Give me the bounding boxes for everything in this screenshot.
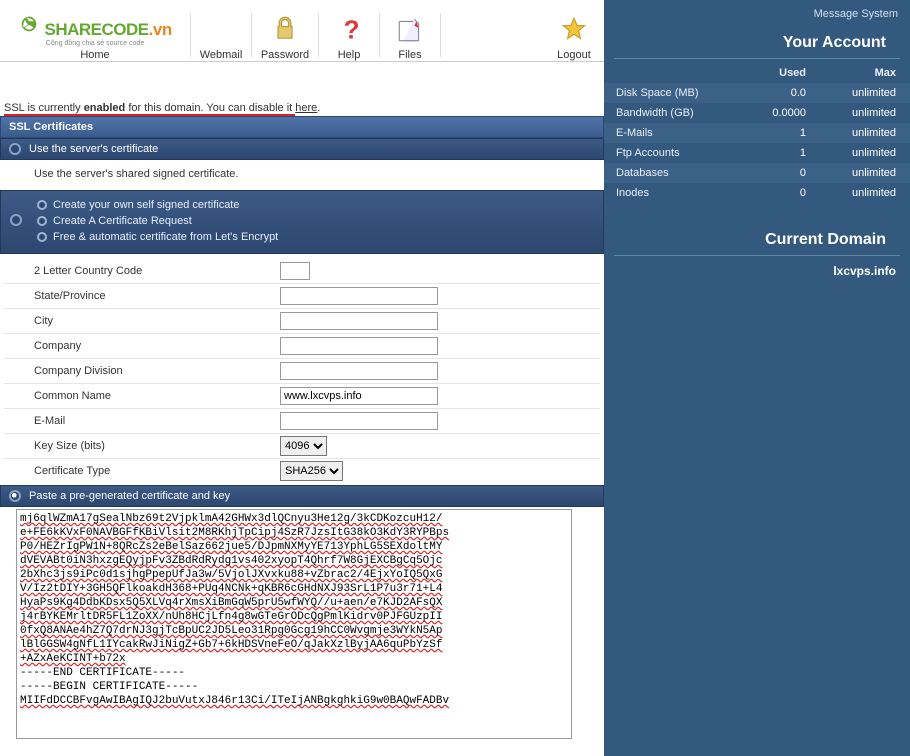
top-nav: SHARECODE.vn Cộng đồng chia sẻ source co… [0, 0, 604, 62]
col-used: Used [743, 63, 820, 83]
table-row: Databases0unlimited [604, 163, 910, 183]
opt-self-label: Create your own self signed certificate [53, 199, 239, 211]
paste-cert-row[interactable]: Paste a pre-generated certificate and ke… [0, 485, 604, 507]
keysize-label: Key Size (bits) [34, 440, 280, 452]
current-domain-header: Current Domain [614, 221, 900, 256]
radio-icon[interactable] [10, 214, 22, 226]
ssl-mid: for this domain. You can disable it [125, 102, 295, 114]
division-label: Company Division [34, 365, 280, 377]
state-input[interactable] [280, 287, 438, 305]
country-label: 2 Letter Country Code [34, 265, 280, 277]
commonname-input[interactable] [280, 387, 438, 405]
message-system-link[interactable]: Message System [604, 0, 910, 24]
ssl-prefix: SSL is currently [4, 102, 84, 114]
use-server-cert-desc: Use the server's shared signed certifica… [0, 160, 604, 190]
sidebar: Message System Your Account UsedMax Disk… [604, 0, 910, 756]
table-row: Disk Space (MB)0.0unlimited [604, 83, 910, 103]
nav-files[interactable]: Files [380, 11, 440, 61]
nav-home[interactable]: SHARECODE.vn Cộng đồng chia sẻ source co… [0, 13, 190, 61]
padlock-icon [271, 13, 299, 47]
nav-separator [440, 13, 441, 57]
table-row: Bandwidth (GB)0.0000unlimited [604, 103, 910, 123]
nav-files-label: Files [380, 49, 440, 61]
table-row: Ftp Accounts1unlimited [604, 143, 910, 163]
radio-icon[interactable] [37, 216, 47, 226]
your-account-header: Your Account [614, 24, 900, 59]
cert-create-options: Create your own self signed certificate … [0, 190, 604, 254]
files-icon [395, 13, 425, 47]
nav-logout[interactable]: Logout [544, 11, 604, 61]
logo-icon [18, 13, 40, 35]
certtype-label: Certificate Type [34, 465, 280, 477]
opt-self-signed[interactable]: Create your own self signed certificate [37, 197, 595, 213]
table-row: E-Mails1unlimited [604, 123, 910, 143]
email-input[interactable] [280, 412, 438, 430]
nav-home-label: Home [80, 49, 109, 61]
city-label: City [34, 315, 280, 327]
certtype-select[interactable]: SHA256 [280, 461, 343, 481]
nav-webmail-label: Webmail [191, 49, 251, 61]
opt-csr-label: Create A Certificate Request [53, 215, 192, 227]
opt-letsencrypt[interactable]: Free & automatic certificate from Let's … [37, 229, 595, 245]
use-server-cert-label: Use the server's certificate [29, 143, 595, 155]
paste-cert-label: Paste a pre-generated certificate and ke… [29, 490, 595, 502]
division-input[interactable] [280, 362, 438, 380]
certificate-textarea[interactable]: mj6qlWZmA17gSealNbz69t2VjpklmA42GHWx3dlQ… [16, 509, 572, 739]
keysize-select[interactable]: 4096 [280, 436, 327, 456]
logo-vn: .vn [149, 20, 172, 39]
nav-help[interactable]: ? Help [319, 11, 379, 61]
country-input[interactable] [280, 262, 310, 280]
account-usage-table: UsedMax Disk Space (MB)0.0unlimitedBandw… [604, 63, 910, 203]
current-domain-value: lxcvps.info [604, 260, 910, 284]
radio-icon[interactable] [37, 232, 47, 242]
ssl-status-line: SSL is currently enabled for this domain… [0, 62, 604, 116]
nav-logout-label: Logout [544, 49, 604, 61]
radio-icon[interactable] [9, 490, 21, 502]
question-icon: ? [336, 13, 362, 47]
star-icon [559, 13, 589, 47]
company-label: Company [34, 340, 280, 352]
company-input[interactable] [280, 337, 438, 355]
logo-tagline: Cộng đồng chia sẻ source code [46, 40, 144, 47]
email-label: E-Mail [34, 415, 280, 427]
svg-text:?: ? [344, 15, 360, 45]
radio-icon[interactable] [37, 200, 47, 210]
opt-csr[interactable]: Create A Certificate Request [37, 213, 595, 229]
use-server-cert-row[interactable]: Use the server's certificate [0, 138, 604, 160]
city-input[interactable] [280, 312, 438, 330]
ssl-disable-link[interactable]: here [295, 102, 317, 114]
ssl-state: enabled [84, 102, 126, 114]
opt-le-label: Free & automatic certificate from Let's … [53, 231, 278, 243]
nav-help-label: Help [319, 49, 379, 61]
nav-password-label: Password [252, 49, 318, 61]
ssl-suffix: . [317, 102, 320, 114]
ssl-certificates-header: SSL Certificates [0, 116, 604, 138]
radio-icon[interactable] [9, 143, 21, 155]
logo-share: SHARECODE [45, 20, 149, 39]
commonname-label: Common Name [34, 390, 280, 402]
table-row: Inodes0unlimited [604, 183, 910, 203]
col-max: Max [820, 63, 910, 83]
state-label: State/Province [34, 290, 280, 302]
nav-password[interactable]: Password [252, 11, 318, 61]
cert-form: 2 Letter Country Code State/Province Cit… [0, 254, 604, 483]
nav-webmail[interactable]: Webmail [191, 11, 251, 61]
